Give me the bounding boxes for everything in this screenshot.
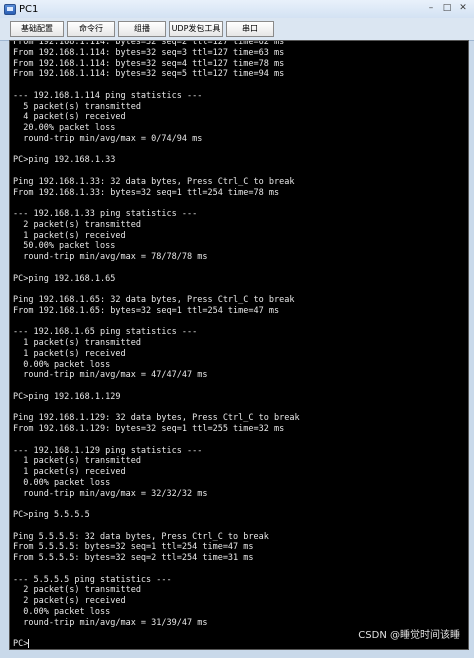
terminal-line: From 192.168.1.33: bytes=32 seq=1 ttl=25… [13,187,280,198]
terminal-line: Ping 192.168.1.129: 32 data bytes, Press… [13,413,300,424]
close-button[interactable]: ✕ [456,2,470,15]
terminal-line: 2 packet(s) transmitted [13,219,141,230]
tab-command-line[interactable]: 命令行 [67,21,115,37]
terminal-line: PC> [13,639,30,649]
terminal-line: 1 packet(s) transmitted [13,338,141,348]
terminal-line: --- 192.168.1.65 ping statistics --- [13,327,198,338]
terminal-line: --- 192.168.1.114 ping statistics --- [13,90,203,101]
maximize-button[interactable]: □ [440,2,454,15]
terminal-line: 5 packet(s) transmitted [13,101,141,112]
terminal-line: --- 192.168.1.129 ping statistics --- [13,445,203,456]
terminal-line: 0.00% packet loss [13,477,111,488]
tab-basic-config[interactable]: 基础配置 [10,21,64,37]
tab-bar: 基础配置 命令行 组播 UDP发包工具 串口 [0,18,474,41]
terminal-line: 1 packet(s) received [13,348,126,359]
title-bar: PC1 – □ ✕ [0,0,474,19]
window-controls: – □ ✕ [424,2,470,15]
tab-serial-port[interactable]: 串口 [226,21,274,37]
terminal-line: round-trip min/avg/max = 47/47/47 ms [13,370,208,381]
text-cursor [28,639,30,648]
terminal-line: 20.00% packet loss [13,123,116,133]
terminal-output[interactable]: From 192.168.1.114: bytes=32 seq=2 ttl=1… [9,40,469,650]
terminal-line: 1 packet(s) received [13,467,126,477]
terminal-line: --- 5.5.5.5 ping statistics --- [13,574,172,585]
tab-multicast[interactable]: 组播 [118,21,166,37]
terminal-line: 0.00% packet loss [13,606,111,617]
app-icon [4,3,16,15]
terminal-line: 2 packet(s) received [13,596,126,606]
terminal-line: From 192.168.1.114: bytes=32 seq=3 ttl=1… [13,47,285,58]
terminal-line: From 192.168.1.114: bytes=32 seq=4 ttl=1… [13,58,285,69]
terminal-line: 2 packet(s) transmitted [13,585,141,596]
terminal-line: --- 192.168.1.33 ping statistics --- [13,209,198,219]
terminal-line: round-trip min/avg/max = 0/74/94 ms [13,133,203,144]
terminal-text: From 192.168.1.114: bytes=32 seq=2 ttl=1… [13,40,300,649]
terminal-line: From 192.168.1.65: bytes=32 seq=1 ttl=25… [13,305,280,316]
terminal-line: From 5.5.5.5: bytes=32 seq=2 ttl=254 tim… [13,553,254,563]
terminal-line: From 192.168.1.114: bytes=32 seq=2 ttl=1… [13,40,285,47]
terminal-line: PC>ping 192.168.1.129 [13,391,121,402]
terminal-line: From 192.168.1.129: bytes=32 seq=1 ttl=2… [13,424,285,434]
terminal-line: 4 packet(s) received [13,112,126,123]
terminal-line: round-trip min/avg/max = 32/32/32 ms [13,488,208,499]
watermark: CSDN @睡觉时间该睡 [358,630,460,641]
terminal-line: 1 packet(s) received [13,230,126,241]
terminal-line: PC>ping 192.168.1.33 [13,155,116,166]
terminal-line: 0.00% packet loss [13,359,111,370]
terminal-line: Ping 5.5.5.5: 32 data bytes, Press Ctrl_… [13,531,269,542]
terminal-line: PC>ping 5.5.5.5 [13,510,90,520]
terminal-line: From 192.168.1.114: bytes=32 seq=5 ttl=1… [13,69,285,80]
terminal-line: From 5.5.5.5: bytes=32 seq=1 ttl=254 tim… [13,542,254,553]
terminal-line: 50.00% packet loss [13,241,116,252]
tab-udp-tool[interactable]: UDP发包工具 [169,21,223,37]
terminal-line: Ping 192.168.1.65: 32 data bytes, Press … [13,295,295,305]
minimize-button[interactable]: – [424,2,438,15]
terminal-line: 1 packet(s) transmitted [13,456,141,467]
terminal-line: round-trip min/avg/max = 31/39/47 ms [13,617,208,628]
terminal-line: Ping 192.168.1.33: 32 data bytes, Press … [13,176,295,187]
window-title: PC1 [19,3,39,15]
terminal-line: round-trip min/avg/max = 78/78/78 ms [13,252,208,262]
terminal-line: PC>ping 192.168.1.65 [13,273,116,284]
